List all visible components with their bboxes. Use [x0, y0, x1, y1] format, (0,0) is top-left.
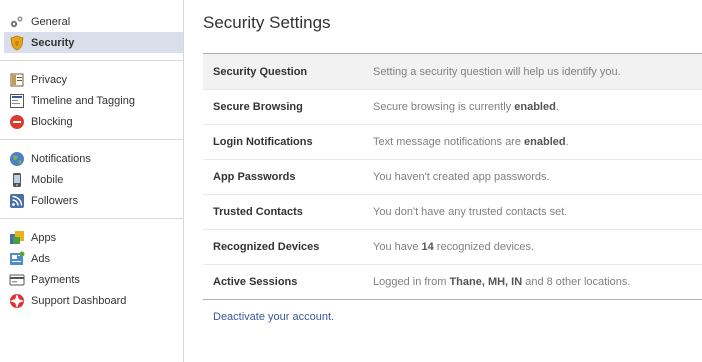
setting-description-text: You don't have any trusted contacts set.: [373, 206, 568, 218]
sidebar-item-apps[interactable]: Apps: [0, 227, 183, 248]
settings-sidebar: General Security Privacy Timeline and Taggi…: [0, 0, 184, 362]
setting-row-login-notifications[interactable]: Login Notifications Text message notifica…: [203, 124, 702, 159]
sidebar-item-ads[interactable]: Ads: [0, 248, 183, 269]
deactivate-account-link[interactable]: Deactivate your account.: [213, 311, 334, 323]
setting-description: You don't have any trusted contacts set.: [373, 206, 567, 218]
timeline-icon: [9, 93, 25, 109]
setting-description-text: .: [555, 101, 559, 113]
setting-description-highlight: enabled: [514, 101, 556, 113]
sidebar-groups: General Security Privacy Timeline and Taggi…: [0, 0, 183, 311]
sidebar-item-label: Support Dashboard: [31, 294, 127, 307]
setting-description-highlight: 14: [421, 241, 434, 253]
sidebar-divider: [0, 218, 183, 219]
ads-icon: [9, 251, 25, 267]
setting-name: Security Question: [213, 65, 308, 78]
sidebar-item-privacy[interactable]: Privacy: [0, 69, 183, 90]
card-icon: [9, 272, 25, 288]
sidebar-item-security[interactable]: Security: [4, 32, 183, 53]
setting-description-text: recognized devices.: [433, 241, 535, 253]
setting-description-text: and 8 other locations.: [522, 276, 631, 288]
setting-row-active-sessions[interactable]: Active Sessions Logged in from Thane, MH,…: [203, 264, 702, 299]
block-icon: [9, 114, 25, 130]
setting-row-recognized-devices[interactable]: Recognized Devices You have 14 recognized…: [203, 229, 702, 264]
setting-description: Text message notifications are enabled.: [373, 136, 569, 148]
security-settings-list: Security Question Setting a security ques…: [203, 53, 702, 300]
lock-icon: [9, 72, 25, 88]
sidebar-item-label: Blocking: [31, 115, 73, 128]
setting-description: Setting a security question will help us…: [373, 66, 621, 78]
setting-description-text: Setting a security question will help us…: [373, 65, 621, 78]
setting-row-app-passwords[interactable]: App Passwords You haven't created app pas…: [203, 159, 702, 194]
setting-description-highlight: enabled: [524, 136, 566, 148]
sidebar-item-support-dashboard[interactable]: Support Dashboard: [0, 290, 183, 311]
setting-description-text: Logged in from: [373, 276, 450, 288]
sidebar-item-label: Apps: [31, 231, 57, 244]
rss-icon: [9, 193, 25, 209]
setting-description-text: Text message notifications are: [373, 136, 525, 148]
sidebar-item-blocking[interactable]: Blocking: [0, 111, 183, 132]
sidebar-item-label: Timeline and Tagging: [31, 94, 135, 107]
setting-description-text: Secure browsing is currently: [373, 101, 515, 113]
setting-name: Active Sessions: [213, 276, 298, 288]
sidebar-item-payments[interactable]: Payments: [0, 269, 183, 290]
sidebar-item-label: Followers: [31, 194, 79, 207]
setting-name: App Passwords: [213, 171, 296, 183]
sidebar-item-label: Privacy: [31, 73, 68, 86]
sidebar-item-followers[interactable]: Followers: [0, 190, 183, 211]
sidebar-item-label: Ads: [31, 252, 50, 265]
setting-description: You have 14 recognized devices.: [373, 241, 534, 253]
sidebar-item-timeline-and-tagging[interactable]: Timeline and Tagging: [0, 90, 183, 111]
setting-row-trusted-contacts[interactable]: Trusted Contacts You don't have any trust…: [203, 194, 702, 229]
setting-row-security-question[interactable]: Security Question Setting a security ques…: [203, 54, 702, 89]
sidebar-divider: [0, 60, 183, 61]
phone-icon: [9, 172, 25, 188]
setting-description-text: You haven't created app passwords.: [373, 171, 550, 183]
setting-description: You haven't created app passwords.: [373, 171, 550, 183]
setting-row-secure-browsing[interactable]: Secure Browsing Secure browsing is curren…: [203, 89, 702, 124]
sidebar-item-label: General: [31, 15, 71, 28]
setting-description: Secure browsing is currently enabled.: [373, 101, 559, 113]
sidebar-item-label: Notifications: [31, 152, 91, 165]
setting-name: Trusted Contacts: [213, 206, 303, 218]
globe-icon: [9, 151, 25, 167]
main-content: Security Settings Security Question Setti…: [203, 0, 702, 362]
sidebar-item-notifications[interactable]: Notifications: [0, 148, 183, 169]
setting-name: Recognized Devices: [213, 241, 320, 253]
sidebar-item-mobile[interactable]: Mobile: [0, 169, 183, 190]
sidebar-item-label: Payments: [31, 273, 80, 286]
setting-description: Logged in from Thane, MH, IN and 8 other…: [373, 276, 630, 288]
gear-icon: [9, 14, 25, 30]
setting-name: Secure Browsing: [213, 101, 303, 113]
sidebar-divider: [0, 139, 183, 140]
apps-icon: [9, 230, 25, 246]
setting-description-text: You have: [373, 241, 422, 253]
setting-description-text: .: [565, 136, 569, 148]
sidebar-item-label: Mobile: [31, 173, 64, 186]
sidebar-item-general[interactable]: General: [0, 11, 183, 32]
lifebuoy-icon: [9, 293, 25, 309]
page-title: Security Settings: [203, 13, 331, 32]
setting-description-highlight: Thane, MH, IN: [449, 276, 523, 288]
setting-name: Login Notifications: [213, 136, 313, 148]
shield-icon: [9, 35, 25, 51]
sidebar-item-label: Security: [31, 36, 75, 49]
